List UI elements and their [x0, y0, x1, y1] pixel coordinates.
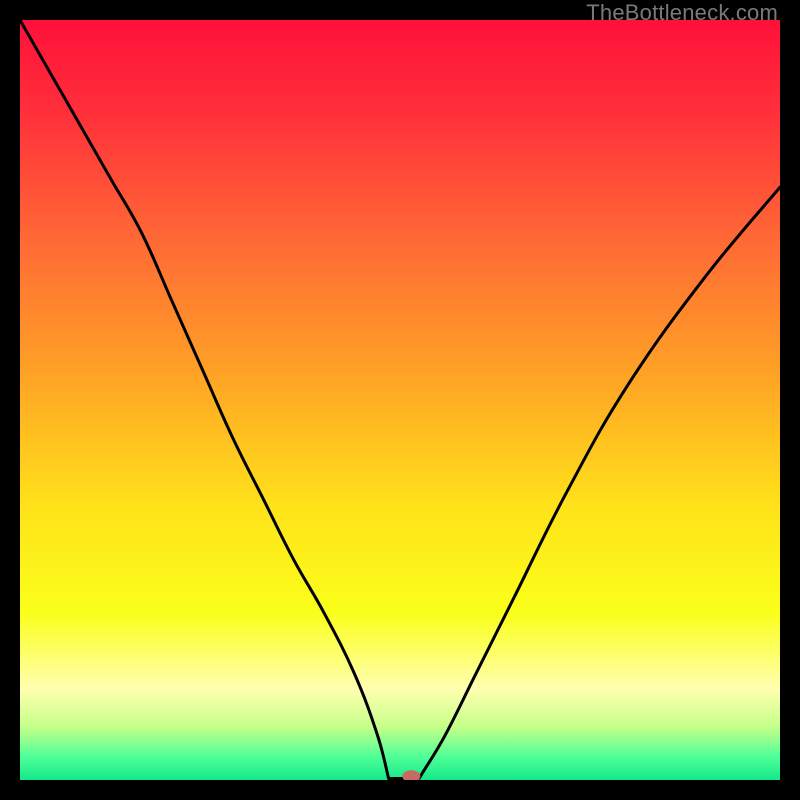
bottleneck-chart [20, 20, 780, 780]
watermark-text: TheBottleneck.com [586, 0, 778, 26]
chart-frame [20, 20, 780, 780]
gradient-background [20, 20, 780, 780]
